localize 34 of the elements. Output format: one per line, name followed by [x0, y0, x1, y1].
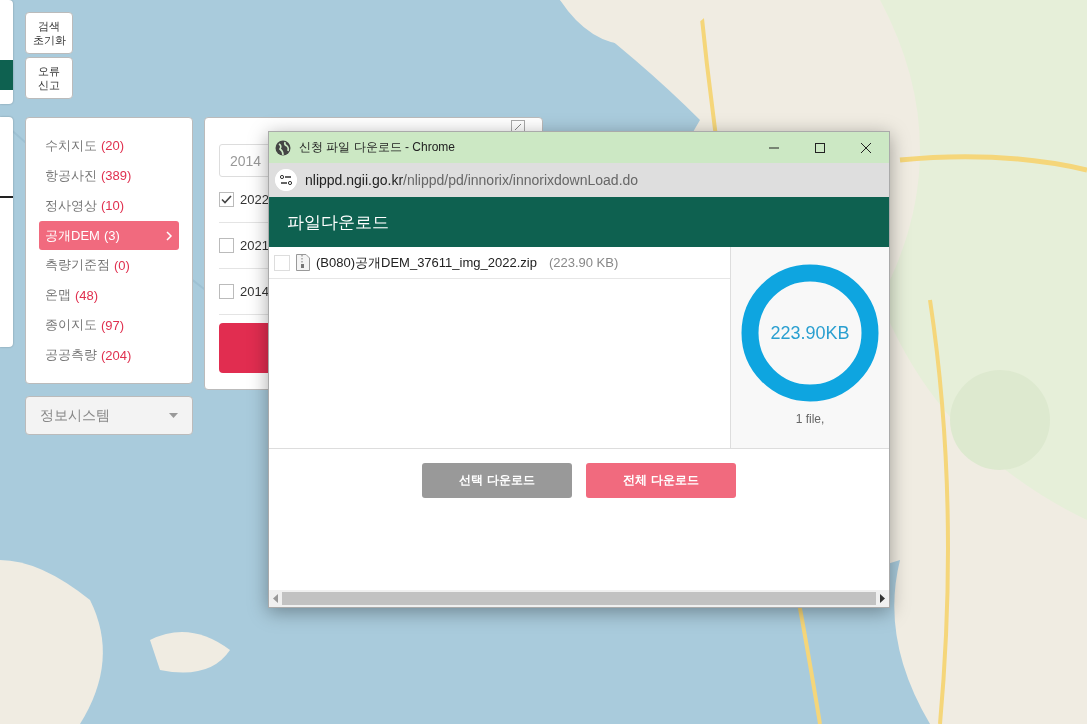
category-item[interactable]: 항공사진 (389): [39, 164, 179, 187]
category-item[interactable]: 종이지도 (97): [39, 314, 179, 337]
year-label: 2021: [240, 238, 269, 253]
zip-file-icon: [296, 254, 310, 271]
globe-icon: [275, 139, 291, 156]
system-dropdown[interactable]: 정보시스템: [25, 396, 193, 435]
file-name: (B080)공개DEM_37611_img_2022.zip: [316, 253, 537, 272]
scroll-left-icon[interactable]: [272, 594, 280, 603]
category-item[interactable]: 정사영상 (10): [39, 194, 179, 217]
chevron-icon: [165, 230, 173, 241]
caret-icon: [169, 413, 178, 418]
checkbox[interactable]: [274, 254, 290, 271]
category-item[interactable]: 공공측량 (204): [39, 344, 179, 366]
file-size: (223.90 KB): [548, 255, 619, 270]
year-label: 2014: [240, 284, 269, 299]
scrollbar[interactable]: [269, 590, 889, 607]
window-title: 신청 파일 다운로드 - Chrome: [299, 139, 455, 156]
download-button[interactable]: 선택 다운로드: [422, 463, 572, 498]
category-item[interactable]: 온맵 (48): [39, 284, 179, 307]
checkbox[interactable]: [219, 238, 234, 253]
side-button[interactable]: 검색 초기화: [25, 12, 73, 54]
year-label: 2022: [240, 192, 269, 207]
category-item[interactable]: 측량기준점 (0): [39, 254, 179, 277]
scroll-right-icon[interactable]: [878, 594, 886, 603]
checkbox[interactable]: [219, 284, 234, 299]
side-button[interactable]: 오류 신고: [25, 57, 73, 99]
category-item[interactable]: 공개DEM (3): [39, 220, 179, 251]
dialog-title: 파일다운로드: [287, 211, 389, 234]
total-size: 223.90KB: [770, 322, 850, 344]
scrollbar-thumb[interactable]: [282, 592, 876, 605]
download-button[interactable]: 전체 다운로드: [586, 463, 736, 498]
file-count: 1 file,: [795, 412, 825, 426]
checkbox[interactable]: [219, 192, 234, 207]
category-item[interactable]: 수치지도 (20): [39, 135, 179, 157]
